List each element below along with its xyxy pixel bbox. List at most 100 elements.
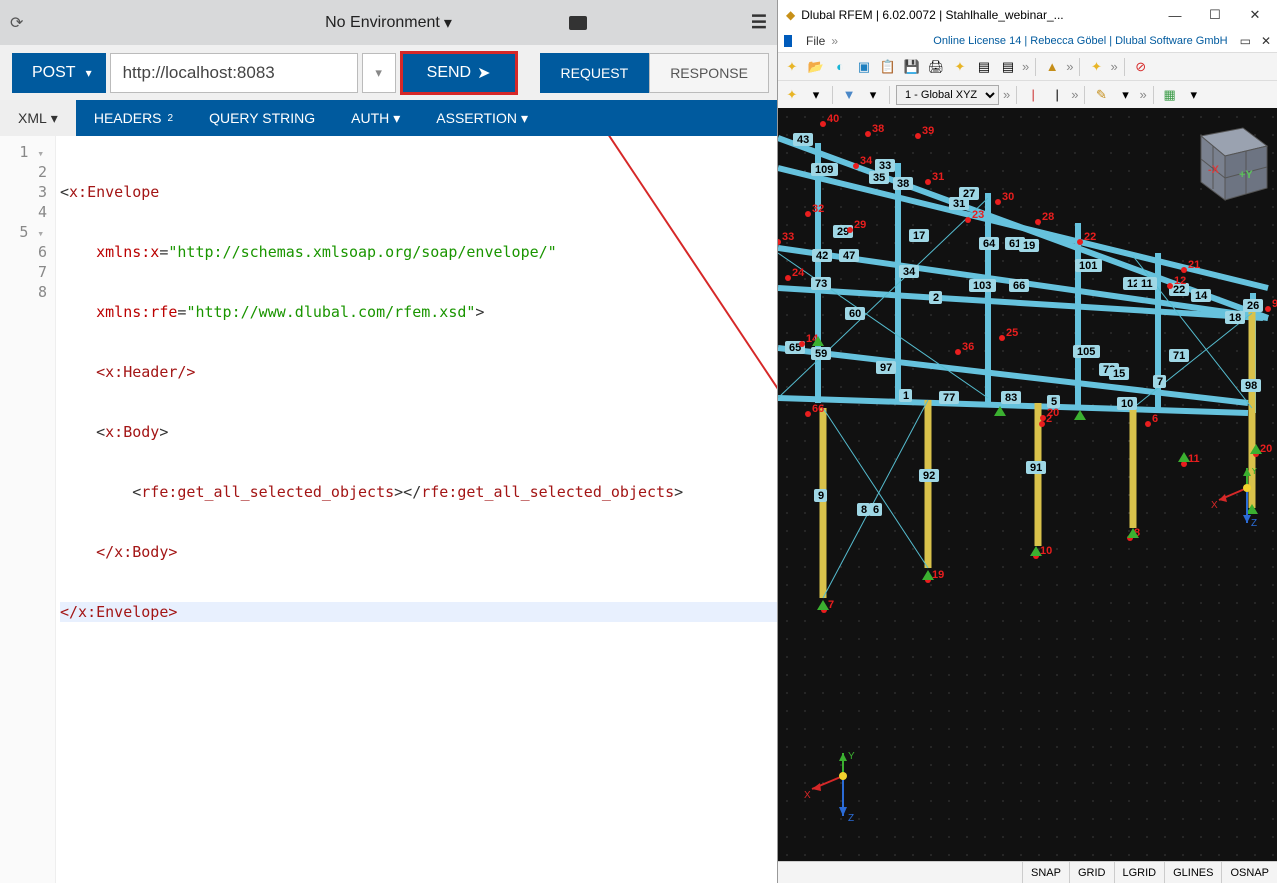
open-icon[interactable]: 📂 <box>806 57 826 77</box>
svg-text:18: 18 <box>1229 312 1241 324</box>
top-bar: ⟳ No Environment ▾ ☰ <box>0 0 777 45</box>
svg-text:38: 38 <box>897 178 909 190</box>
grid2-icon[interactable]: ▦ <box>1160 85 1180 105</box>
shape-icon[interactable]: ▲ <box>1042 57 1062 77</box>
drop4-icon[interactable]: ▾ <box>1184 85 1204 105</box>
close-doc-icon[interactable]: ✕ <box>1261 34 1271 48</box>
new-icon[interactable]: ✦ <box>782 57 802 77</box>
tab-response[interactable]: RESPONSE <box>649 53 769 93</box>
navigation-cube[interactable]: -X +Y <box>1181 116 1271 206</box>
cloud-icon[interactable]: ◐ <box>830 57 850 77</box>
bar-icon[interactable]: | <box>1023 85 1043 105</box>
status-snap[interactable]: SNAP <box>1022 862 1069 883</box>
editor-tabs: XML ▾ HEADERS2 QUERY STRING AUTH ▾ ASSER… <box>0 100 777 136</box>
svg-text:6: 6 <box>1152 413 1158 425</box>
code-editor[interactable]: 1 ▾ 2 3 4 5 ▾ 6 7 8 <x:Envelope xmlns:x=… <box>0 136 777 883</box>
paste-icon[interactable]: 📋 <box>878 57 898 77</box>
status-lgrid[interactable]: LGRID <box>1114 862 1165 883</box>
svg-text:66: 66 <box>1013 280 1025 292</box>
filter-icon[interactable]: ▼ <box>839 85 859 105</box>
svg-text:40: 40 <box>827 113 839 125</box>
line-gutter: 1 ▾ 2 3 4 5 ▾ 6 7 8 <box>0 136 56 883</box>
svg-text:21: 21 <box>1188 259 1200 271</box>
request-response-tabs: REQUEST RESPONSE <box>540 53 770 93</box>
menu-more-icon[interactable]: » <box>831 34 838 48</box>
tab-headers[interactable]: HEADERS2 <box>76 100 191 136</box>
wand-icon[interactable]: ✦ <box>1086 57 1106 77</box>
axis-triad-main: X Y Z <box>1207 468 1267 538</box>
saveas-icon[interactable]: ✦ <box>950 57 970 77</box>
svg-text:6: 6 <box>873 504 879 516</box>
more6-icon[interactable]: » <box>1139 87 1146 102</box>
coordinate-system-select[interactable]: 1 - Global XYZ <box>896 85 999 105</box>
svg-text:22: 22 <box>1084 231 1096 243</box>
close-button[interactable]: ✕ <box>1235 1 1275 29</box>
method-dropdown[interactable]: POST <box>12 53 106 93</box>
flag-icon <box>784 35 800 47</box>
print-icon[interactable]: 🖨 <box>926 57 946 77</box>
send-arrow-icon: ➤ <box>477 63 490 83</box>
drop-icon[interactable]: ▾ <box>806 85 826 105</box>
block-icon[interactable]: ▣ <box>854 57 874 77</box>
svg-text:97: 97 <box>880 362 892 374</box>
tab-body-xml[interactable]: XML ▾ <box>0 100 76 136</box>
draw-icon[interactable]: ✎ <box>1091 85 1111 105</box>
minimize-button[interactable]: — <box>1155 1 1195 29</box>
svg-text:103: 103 <box>973 280 991 292</box>
code-content[interactable]: <x:Envelope xmlns:x="http://schemas.xmls… <box>56 136 777 883</box>
bar2-icon[interactable]: | <box>1047 85 1067 105</box>
menubar: File » Online License 14 | Rebecca Göbel… <box>778 30 1277 52</box>
url-input[interactable] <box>110 53 358 93</box>
maximize-button[interactable]: ☐ <box>1195 1 1235 29</box>
svg-text:X: X <box>1211 500 1218 511</box>
svg-text:59: 59 <box>815 348 827 360</box>
request-row: POST ▾ SEND➤ REQUEST RESPONSE <box>0 45 777 100</box>
more5-icon[interactable]: » <box>1071 87 1078 102</box>
more4-icon[interactable]: » <box>1003 87 1010 102</box>
toolbar-1: ✦ 📂 ◐ ▣ 📋 💾 🖨 ✦ ▤ ▤ » ▲ » ✦ » ⊘ <box>778 52 1277 80</box>
drop2-icon[interactable]: ▾ <box>863 85 883 105</box>
url-history-dropdown[interactable]: ▾ <box>362 53 396 93</box>
drop3-icon[interactable]: ▾ <box>1115 85 1135 105</box>
more-icon[interactable]: » <box>1022 59 1029 74</box>
svg-text:14: 14 <box>1195 290 1208 302</box>
svg-text:71: 71 <box>1173 350 1185 362</box>
svg-text:109: 109 <box>815 164 833 176</box>
environment-selector[interactable]: No Environment ▾ <box>325 13 452 33</box>
save-icon[interactable]: 💾 <box>902 57 922 77</box>
doc2-icon[interactable]: ▤ <box>998 57 1018 77</box>
doc1-icon[interactable]: ▤ <box>974 57 994 77</box>
svg-text:34: 34 <box>860 155 873 167</box>
environment-label: No Environment <box>325 14 440 32</box>
svg-text:33: 33 <box>782 231 794 243</box>
chat-icon[interactable] <box>569 16 587 30</box>
model-viewport[interactable]: 4310933353829312742473417646119101731036… <box>778 108 1277 861</box>
status-osnap[interactable]: OSNAP <box>1221 862 1277 883</box>
headers-count: 2 <box>168 113 174 124</box>
restore-icon[interactable]: ▭ <box>1240 34 1251 48</box>
svg-text:12: 12 <box>1174 275 1186 287</box>
svg-text:-X: -X <box>1208 164 1220 176</box>
star-icon[interactable]: ✦ <box>782 85 802 105</box>
tab-auth[interactable]: AUTH ▾ <box>333 100 418 136</box>
more2-icon[interactable]: » <box>1066 59 1073 74</box>
svg-text:83: 83 <box>1005 392 1017 404</box>
more3-icon[interactable]: » <box>1110 59 1117 74</box>
tab-query-string[interactable]: QUERY STRING <box>191 100 333 136</box>
tab-assertion[interactable]: ASSERTION ▾ <box>418 100 546 136</box>
cancel-icon[interactable]: ⊘ <box>1131 57 1151 77</box>
hamburger-icon[interactable]: ☰ <box>751 12 767 33</box>
tab-assertion-label: ASSERTION <box>436 110 517 126</box>
status-glines[interactable]: GLINES <box>1164 862 1221 883</box>
svg-text:43: 43 <box>797 134 809 146</box>
menu-file[interactable]: File <box>806 34 825 48</box>
svg-text:25: 25 <box>1006 327 1018 339</box>
tab-request[interactable]: REQUEST <box>540 53 650 93</box>
status-grid[interactable]: GRID <box>1069 862 1114 883</box>
statusbar: SNAP GRID LGRID GLINES OSNAP <box>778 861 1277 883</box>
svg-text:101: 101 <box>1079 260 1097 272</box>
send-button[interactable]: SEND➤ <box>400 51 518 95</box>
refresh-icon[interactable]: ⟳ <box>10 13 23 33</box>
svg-text:Z: Z <box>848 813 854 824</box>
window-title: Dlubal RFEM | 6.02.0072 | Stahlhalle_web… <box>801 8 1155 22</box>
